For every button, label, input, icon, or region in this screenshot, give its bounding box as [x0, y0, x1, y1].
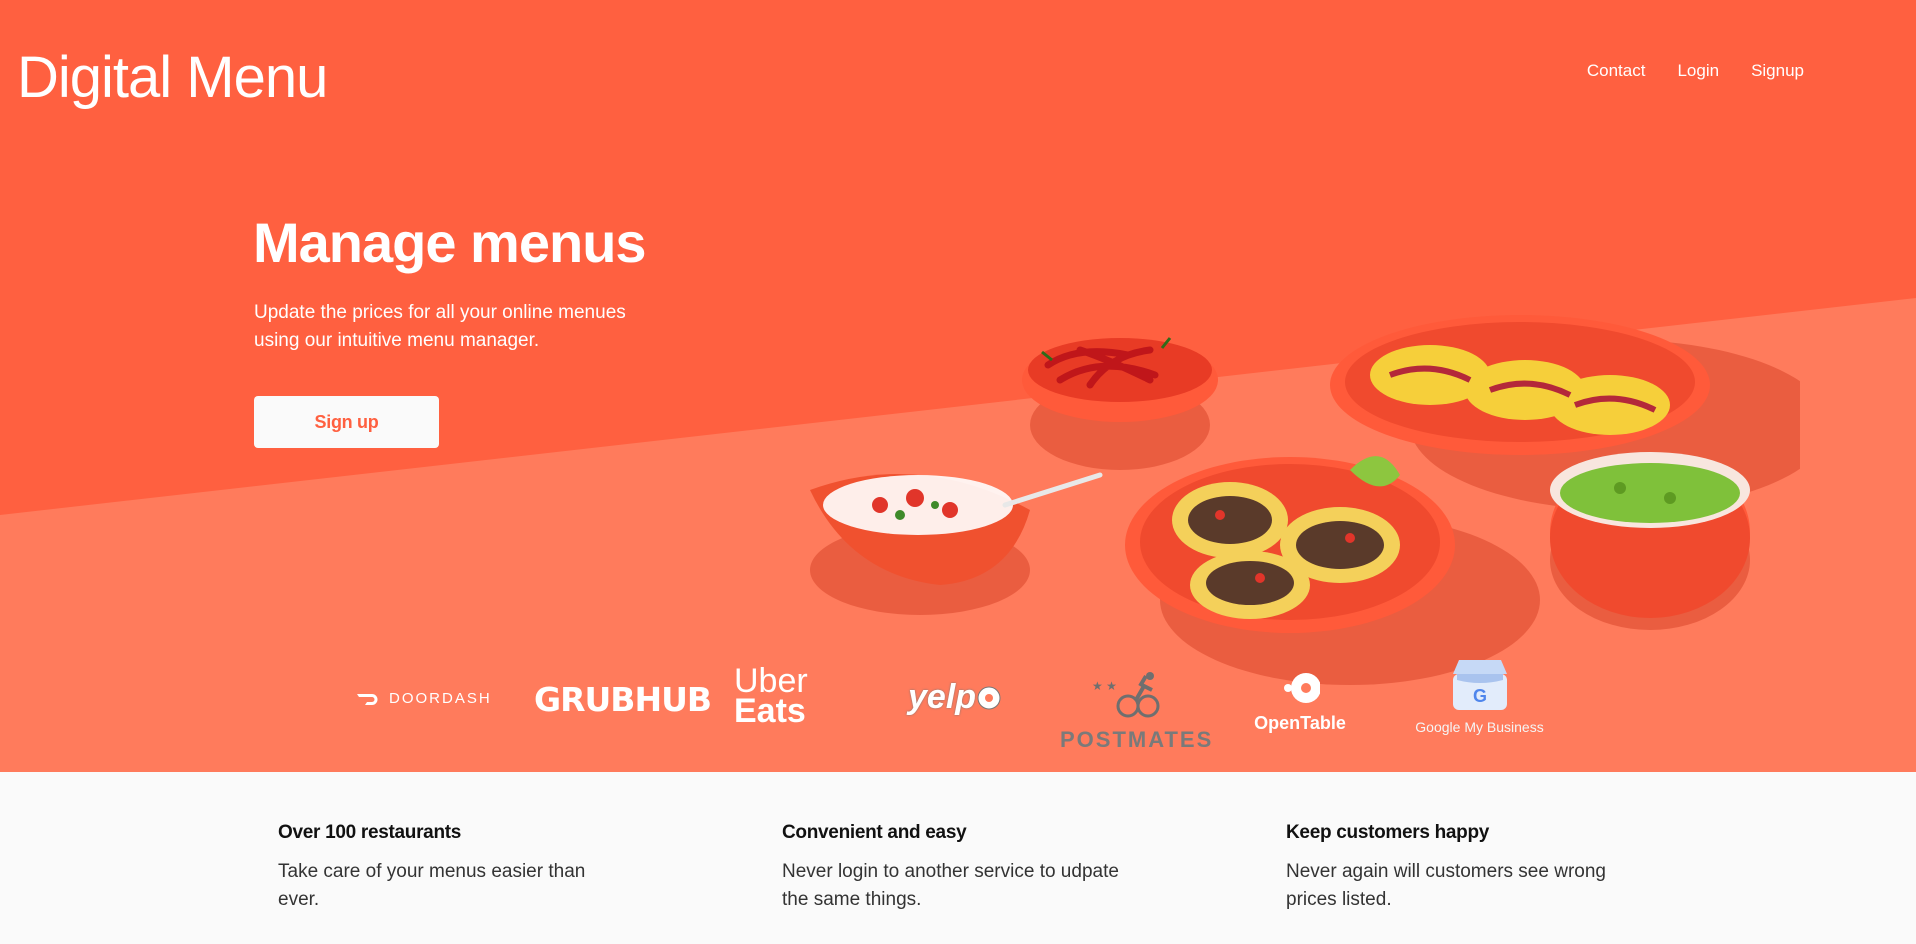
feature-title: Over 100 restaurants — [278, 822, 462, 843]
partner-logos: DOORDASH GRUBHUB Uber Eats yelp ★ ★ POST… — [0, 650, 1916, 760]
svg-text:G: G — [1472, 686, 1486, 706]
feature-title: Convenient and easy — [782, 822, 967, 843]
hero-section: Digital Menu Contact Login Signup Manage… — [0, 0, 1916, 772]
grubhub-logo: GRUBHUB — [534, 680, 712, 719]
feature-restaurants: Over 100 restaurants Take care of your m… — [278, 822, 638, 914]
nav-login-link[interactable]: Login — [1677, 61, 1719, 81]
doordash-wordmark: DOORDASH — [389, 690, 492, 707]
gmb-wordmark: Google My Business — [1415, 719, 1544, 735]
feature-text: Never again will customers see wrong pri… — [1286, 861, 1606, 910]
brand-logo[interactable]: Digital Menu — [17, 44, 328, 111]
doordash-logo: DOORDASH — [357, 690, 492, 707]
opentable-dot-icon — [1284, 673, 1321, 703]
feature-title: Keep customers happy — [1286, 822, 1490, 843]
yelp-burst-icon — [977, 686, 1001, 709]
opentable-logo: OpenTable — [1250, 670, 1350, 734]
postmates-courier-icon: ★ ★ — [1092, 672, 1159, 718]
google-my-business-logo: G Google My Business — [1412, 658, 1547, 735]
nav-signup-link[interactable]: Signup — [1751, 61, 1804, 81]
nav-contact-link[interactable]: Contact — [1587, 61, 1646, 81]
feature-convenient: Convenient and easy Never login to anoth… — [782, 822, 1142, 914]
uber-eats-logo: Uber Eats — [734, 664, 808, 730]
eats-wordmark: Eats — [734, 692, 806, 730]
hero-headline: Manage menus — [253, 211, 647, 274]
feature-text: Take care of your menus easier than ever… — [278, 861, 586, 910]
opentable-wordmark: OpenTable — [1254, 713, 1346, 733]
postmates-logo: ★ ★ POSTMATES — [1060, 670, 1214, 753]
features-section: Over 100 restaurants Take care of your m… — [0, 772, 1916, 944]
doordash-icon — [357, 693, 378, 705]
feature-happy-customers: Keep customers happy Never again will cu… — [1286, 822, 1646, 914]
hero-subtext: Update the prices for all your online me… — [254, 302, 626, 351]
yelp-logo: yelp — [908, 678, 1002, 717]
yelp-wordmark: yelp — [908, 678, 977, 716]
feature-text: Never login to another service to udpate… — [782, 861, 1119, 910]
top-nav: Contact Login Signup — [1587, 61, 1804, 81]
svg-text:★ ★: ★ ★ — [1092, 679, 1117, 693]
signup-button[interactable]: Sign up — [254, 396, 439, 448]
postmates-wordmark: POSTMATES — [1060, 727, 1214, 752]
storefront-icon: G — [1452, 660, 1507, 710]
